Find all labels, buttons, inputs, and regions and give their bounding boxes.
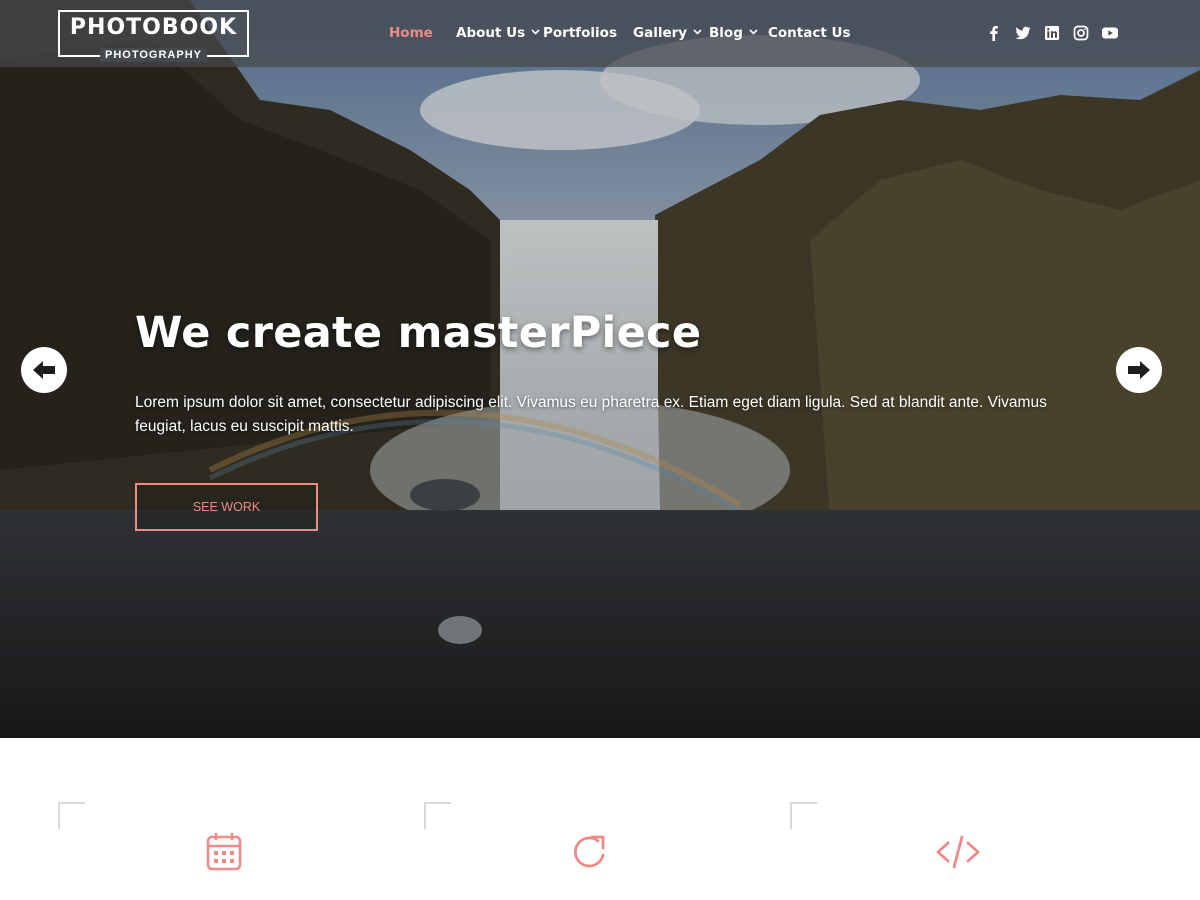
nav-item-label: Portfolios — [543, 25, 617, 41]
nav-item-blog[interactable]: Blog — [709, 25, 758, 41]
logo-title: PHOTOBOOK — [69, 15, 238, 40]
hero-description: Lorem ipsum dolor sit amet, consectetur … — [135, 394, 1047, 435]
linkedin-link[interactable] — [1043, 24, 1061, 42]
hero-title: We create masterPiece — [135, 308, 702, 358]
refresh-icon — [573, 835, 605, 868]
site-header: PHOTOBOOK PHOTOGRAPHY Home About Us Port… — [0, 0, 1200, 67]
hero-slider: We create masterPiece Lorem ipsum dolor … — [0, 0, 1200, 738]
nav-item-contact-us[interactable]: Contact Us — [768, 25, 851, 41]
chevron-down-icon — [693, 29, 702, 35]
calendar-icon — [206, 833, 242, 871]
nav-item-label: Home — [389, 25, 433, 41]
youtube-icon — [1102, 27, 1118, 39]
chevron-down-icon — [531, 29, 540, 35]
see-work-button[interactable]: SEE WORK — [135, 483, 318, 531]
feature-corner-decoration — [790, 802, 817, 829]
feature-item-3 — [935, 831, 981, 875]
arrow-right-icon — [1128, 361, 1150, 379]
slider-prev-button[interactable] — [21, 347, 67, 393]
feature-corner-decoration — [424, 802, 451, 829]
youtube-link[interactable] — [1101, 24, 1119, 42]
twitter-icon — [1015, 26, 1031, 40]
feature-corner-decoration — [58, 802, 85, 829]
nav-item-label: Gallery — [633, 25, 688, 41]
linkedin-icon — [1045, 26, 1059, 40]
facebook-icon — [990, 26, 998, 41]
chevron-down-icon — [749, 29, 758, 35]
nav-item-label: Contact Us — [768, 25, 851, 41]
facebook-link[interactable] — [985, 24, 1003, 42]
site-logo[interactable]: PHOTOBOOK PHOTOGRAPHY — [58, 10, 249, 62]
logo-subtitle: PHOTOGRAPHY — [100, 48, 207, 62]
code-icon — [936, 835, 980, 869]
nav-item-label: Blog — [709, 25, 743, 41]
nav-item-portfolios[interactable]: Portfolios — [543, 25, 617, 41]
nav-item-about-us[interactable]: About Us — [456, 25, 540, 41]
slider-next-button[interactable] — [1116, 347, 1162, 393]
instagram-link[interactable] — [1072, 24, 1090, 42]
nav-item-home[interactable]: Home — [389, 25, 433, 41]
nav-item-label: About Us — [456, 25, 526, 41]
instagram-icon — [1073, 25, 1089, 41]
arrow-left-icon — [33, 361, 55, 379]
feature-item-2 — [570, 831, 610, 875]
hero-dark-overlay — [0, 0, 1200, 738]
nav-item-gallery[interactable]: Gallery — [633, 25, 702, 41]
feature-item-1 — [205, 831, 245, 875]
twitter-link[interactable] — [1014, 24, 1032, 42]
